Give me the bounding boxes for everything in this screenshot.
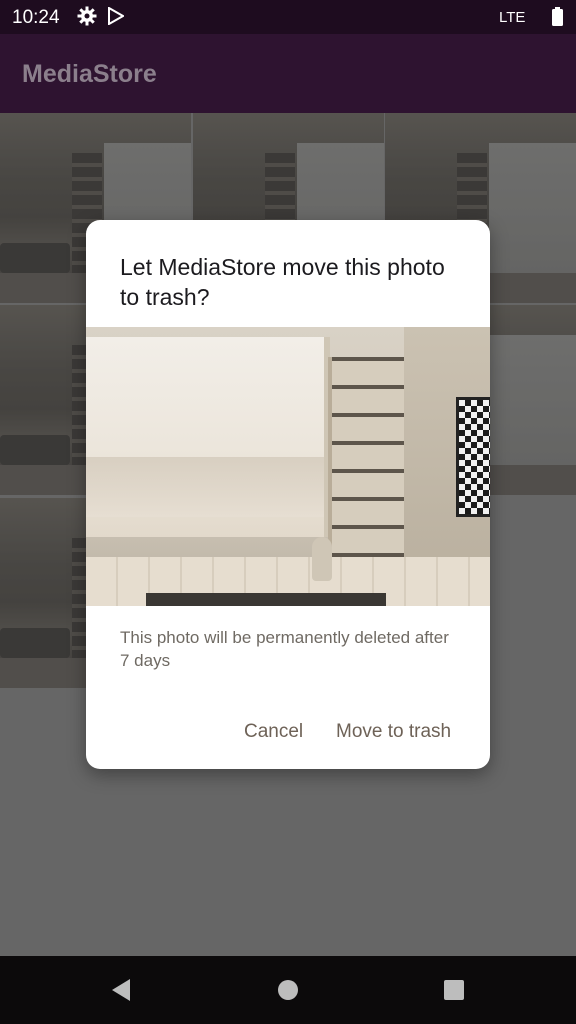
dialog-title: Let MediaStore move this photo to trash? [120,254,445,310]
move-to-trash-button[interactable]: Move to trash [332,714,455,750]
home-icon[interactable] [278,980,298,1005]
trash-confirmation-dialog: Let MediaStore move this photo to trash?… [86,220,490,769]
status-bar: 10:24 LTE [0,0,576,34]
back-icon[interactable] [110,978,132,1007]
status-time: 10:24 [12,7,60,28]
photo-preview [86,327,490,606]
network-type: LTE [499,9,526,26]
app-title: MediaStore [22,60,157,88]
play-store-icon [108,6,126,30]
cancel-button[interactable]: Cancel [240,714,307,750]
app-bar: MediaStore [0,34,576,113]
battery-icon [552,7,563,26]
dialog-message: This photo will be permanently deleted a… [120,628,449,670]
recents-icon[interactable] [444,980,464,1005]
gear-icon [77,6,97,31]
